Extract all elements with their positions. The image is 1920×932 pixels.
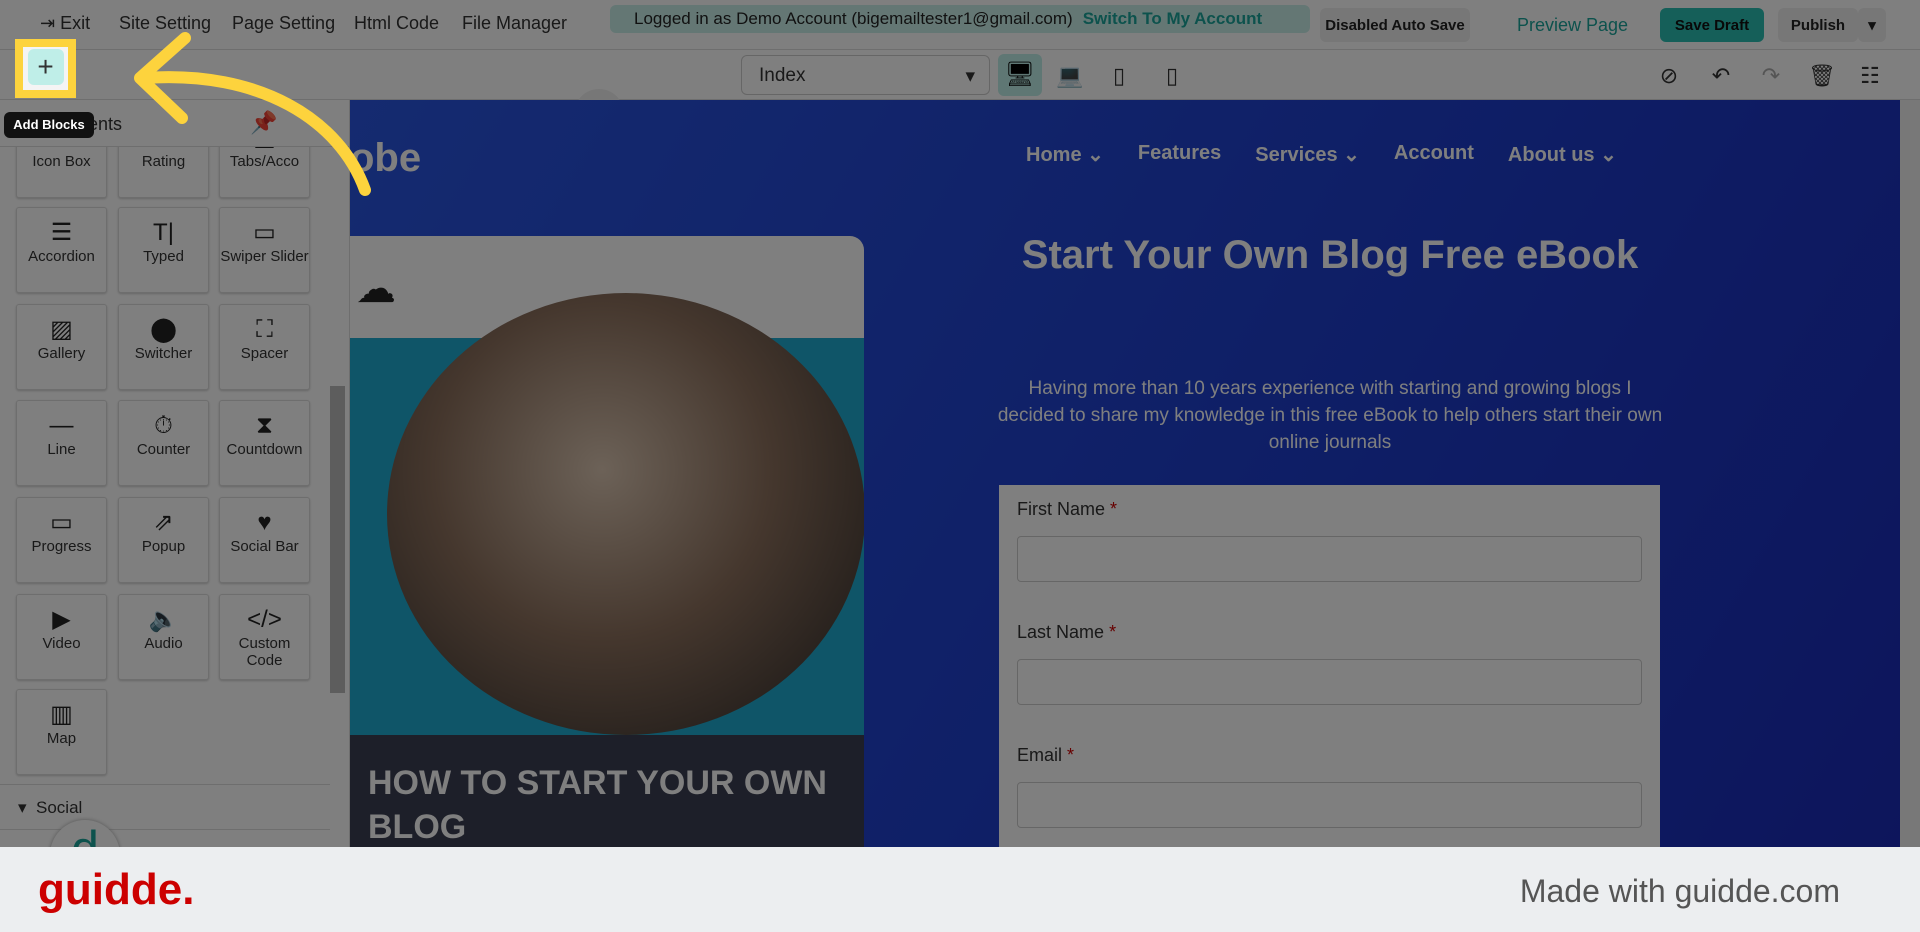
guidde-logo: guidde. bbox=[38, 865, 195, 914]
made-with-text: Made with guidde.com bbox=[1519, 873, 1840, 909]
pointer-arrow-icon bbox=[134, 32, 371, 196]
footer-bar: guidde. Made with guidde.com bbox=[0, 847, 1920, 932]
